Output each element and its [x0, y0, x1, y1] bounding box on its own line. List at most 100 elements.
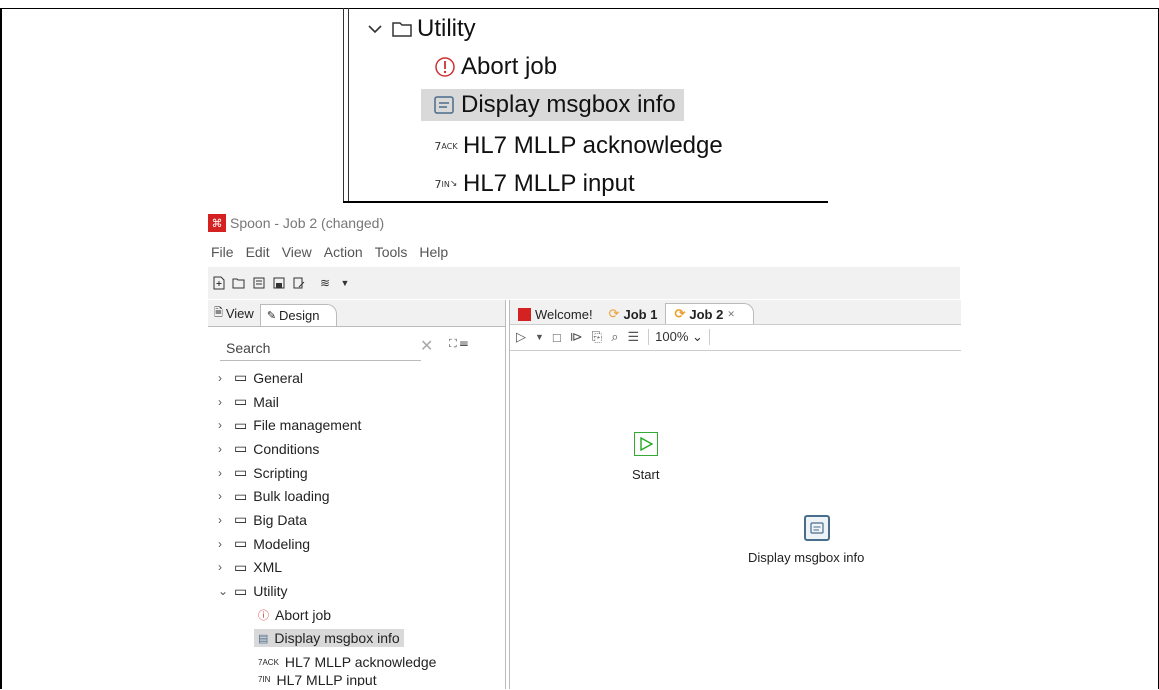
tree-step-hl7-input[interactable]: 7IN HL7 MLLP input: [218, 674, 436, 686]
spoon-window: ⌘ Spoon - Job 2 (changed) File Edit View…: [208, 208, 961, 690]
steps-tree: › ▭ General › ▭ Mail › ▭ File management › ▭ Con…: [218, 366, 436, 686]
clear-search-icon[interactable]: ✕: [420, 336, 433, 356]
collapse-all-icon[interactable]: ⛶: [449, 338, 457, 350]
tree-folder-xml[interactable]: › ▭ XML: [218, 556, 436, 580]
close-icon[interactable]: ✕: [727, 309, 735, 320]
frame-left: [0, 8, 2, 689]
job-icon: ⟳: [608, 306, 620, 321]
folder-icon: ▭: [234, 511, 248, 528]
tree-folder-label: File management: [253, 417, 362, 434]
zoom-value: 100%: [655, 329, 689, 344]
zoom-msgbox-label: Display msgbox info: [461, 91, 676, 118]
dropdown-arrow-icon[interactable]: ▼: [338, 276, 352, 290]
tab-view[interactable]: 🗎 View: [208, 301, 260, 326]
replay-icon[interactable]: ⧐: [570, 329, 583, 345]
chevron-right-icon: ›: [218, 394, 222, 409]
impact-icon[interactable]: ⌕: [611, 329, 618, 345]
hl7-input-icon: 7IN: [258, 675, 271, 685]
tree-tools: ⛶ ☰: [449, 338, 468, 351]
menu-edit[interactable]: Edit: [246, 244, 270, 260]
msgbox-icon: ▤: [258, 632, 269, 645]
zoom-utility-folder[interactable]: Utility: [363, 10, 476, 48]
left-panel: 🗎 View ✎ Design Search ✕ ⛶ ☰ › ▭ General ›…: [208, 300, 506, 689]
tab-job-1[interactable]: ⟳ Job 1: [601, 304, 666, 324]
window-title: Spoon - Job 2 (changed): [230, 215, 385, 231]
menu-file[interactable]: File: [211, 244, 234, 260]
view-tab-icon: 🗎: [214, 307, 223, 319]
tree-step-abort-job[interactable]: ⓘ Abort job: [218, 603, 436, 627]
folder-icon: ▭: [234, 416, 248, 433]
tree-folder-label: XML: [253, 559, 283, 576]
zoom-hl7-ack-label: HL7 MLLP acknowledge: [463, 132, 723, 159]
save-as-icon[interactable]: [292, 276, 306, 290]
chevron-right-icon: ›: [218, 441, 222, 456]
tree-folder-utility[interactable]: ⌄ ▭ Utility: [218, 579, 436, 603]
tree-folder-bulk-loading[interactable]: › ▭ Bulk loading: [218, 484, 436, 508]
tab-welcome[interactable]: Welcome!: [510, 305, 601, 324]
play-icon: [640, 437, 653, 451]
folder-icon: ▭: [234, 440, 248, 457]
expand-all-icon[interactable]: ☰: [460, 338, 468, 350]
abort-icon: [429, 56, 461, 78]
job-canvas[interactable]: Start Display msgbox info: [510, 350, 961, 690]
layers-icon[interactable]: ≋: [318, 276, 332, 290]
tree-folder-big-data[interactable]: › ▭ Big Data: [218, 508, 436, 532]
folder-icon: ▭: [234, 487, 248, 504]
tree-folder-modeling[interactable]: › ▭ Modeling: [218, 532, 436, 556]
explore-repository-icon[interactable]: [252, 276, 266, 290]
tab-design[interactable]: ✎ Design: [259, 304, 337, 326]
tree-folder-mail[interactable]: › ▭ Mail: [218, 390, 436, 414]
zoom-abort-job[interactable]: Abort job: [429, 48, 557, 86]
msgbox-node[interactable]: [804, 515, 830, 541]
zoom-abort-label: Abort job: [461, 53, 558, 80]
tree-step-label: HL7 MLLP input: [276, 673, 377, 686]
zoom-hl7-input[interactable]: 7 IN ↘ HL7 MLLP input: [429, 165, 635, 203]
run-dropdown-icon[interactable]: ▼: [535, 332, 544, 342]
chevron-right-icon: ›: [218, 536, 222, 551]
menu-action[interactable]: Action: [324, 244, 363, 260]
chevron-right-icon: ›: [218, 418, 222, 433]
zoom-display-msgbox[interactable]: Display msgbox info: [421, 86, 684, 124]
tree-folder-conditions[interactable]: › ▭ Conditions: [218, 437, 436, 461]
zoom-callout: Utility Abort job Display msgbox info 7A…: [343, 8, 828, 203]
tree-folder-file-management[interactable]: › ▭ File management: [218, 413, 436, 437]
zoom-hl7-ack[interactable]: 7 ACK HL7 MLLP acknowledge: [429, 127, 723, 165]
tree-step-hl7-ack[interactable]: 7ACK HL7 MLLP acknowledge: [218, 650, 436, 674]
tab-welcome-label: Welcome!: [535, 307, 593, 322]
new-file-icon[interactable]: [212, 276, 226, 290]
tree-folder-scripting[interactable]: › ▭ Scripting: [218, 461, 436, 485]
verify-icon[interactable]: ⎘: [592, 329, 602, 345]
start-node[interactable]: [634, 432, 658, 456]
run-icon[interactable]: ▷: [516, 329, 526, 345]
tree-folder-label: Utility: [253, 583, 288, 600]
chevron-right-icon: ›: [218, 560, 222, 575]
tab-job-1-label: Job 1: [623, 306, 658, 322]
stop-icon[interactable]: □: [553, 330, 561, 345]
tree-step-display-msgbox[interactable]: ▤ Display msgbox info: [218, 627, 436, 651]
menu-view[interactable]: View: [282, 244, 312, 260]
tab-job-2-label: Job 2: [689, 306, 724, 322]
job-toolbar: ▷ ▼ □ ⧐ ⎘ ⌕ ☰ 100% ⌄: [516, 326, 710, 348]
tree-step-label: HL7 MLLP acknowledge: [284, 654, 437, 671]
hl7-ack-icon: 7ACK: [258, 657, 279, 667]
search-input[interactable]: Search: [220, 336, 421, 361]
tree-step-label: Display msgbox info: [274, 630, 400, 647]
tab-design-label: Design: [279, 308, 320, 323]
menu-bar: File Edit View Action Tools Help: [211, 244, 448, 260]
tree-folder-label: Mail: [253, 393, 279, 410]
zoom-select[interactable]: 100% ⌄: [648, 329, 710, 345]
sql-icon[interactable]: ☰: [627, 329, 639, 345]
job-icon: ⟳: [674, 306, 686, 321]
title-bar: ⌘ Spoon - Job 2 (changed): [208, 208, 384, 238]
open-file-icon[interactable]: [232, 276, 246, 290]
folder-icon: ▭: [234, 369, 248, 386]
tab-job-2[interactable]: ⟳ Job 2 ✕: [665, 303, 754, 324]
save-icon[interactable]: [272, 276, 286, 290]
pencil-icon: ✎: [266, 310, 277, 322]
tree-folder-label: Modeling: [253, 535, 311, 552]
tree-folder-general[interactable]: › ▭ General: [218, 366, 436, 390]
zoom-divider: [343, 8, 349, 203]
menu-help[interactable]: Help: [419, 244, 448, 260]
menu-tools[interactable]: Tools: [375, 244, 408, 260]
start-node-label: Start: [632, 467, 660, 482]
